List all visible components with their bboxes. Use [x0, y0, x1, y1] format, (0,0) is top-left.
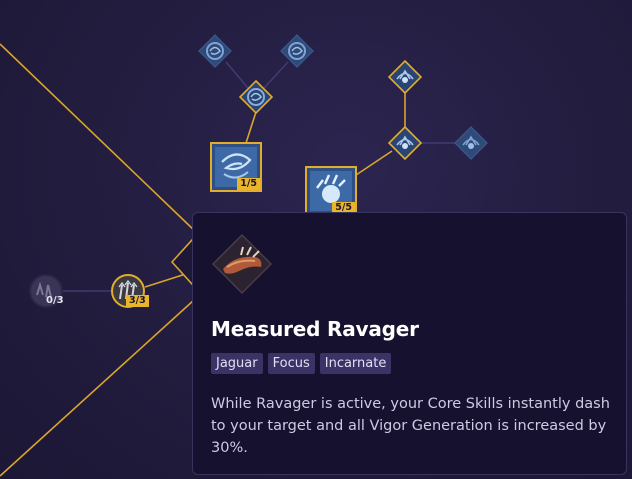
skill-node-ice-claw[interactable]: 5/5 [305, 166, 357, 216]
tooltip-description: While Ravager is active, your Core Skill… [211, 396, 610, 456]
tag-focus: Focus [267, 353, 315, 374]
passive-node-dim[interactable] [198, 34, 232, 68]
passive-node-dim[interactable] [454, 126, 488, 160]
passive-node-active[interactable] [388, 126, 422, 160]
skill-tree-canvas: 1/5 5/5 0/3 3/3 Measured Ravager Jaguar … [0, 0, 632, 479]
ravager-claw-icon [211, 233, 273, 295]
rank-badge: 1/5 [237, 178, 260, 190]
passive-node-dim[interactable] [280, 34, 314, 68]
passive-node-paw[interactable]: 0/3 [28, 273, 64, 309]
passive-node-talon[interactable]: 3/3 [110, 273, 149, 309]
tag-list: Jaguar Focus Incarnate [211, 353, 392, 374]
tooltip-title: Measured Ravager [211, 317, 419, 341]
passive-node-active[interactable] [388, 60, 422, 94]
passive-node-active[interactable] [239, 80, 273, 114]
gold-connector [355, 150, 393, 176]
tag-jaguar: Jaguar [211, 353, 263, 374]
rank-label: 0/3 [46, 295, 64, 306]
skill-node-tornado[interactable]: 1/5 [210, 142, 262, 192]
gold-connector [0, 43, 197, 233]
tag-incarnate: Incarnate [319, 353, 392, 374]
gold-connector [0, 299, 195, 477]
rank-badge: 3/3 [126, 295, 149, 307]
skill-tooltip: Measured Ravager Jaguar Focus Incarnate … [192, 212, 627, 475]
gold-connector [245, 111, 257, 144]
